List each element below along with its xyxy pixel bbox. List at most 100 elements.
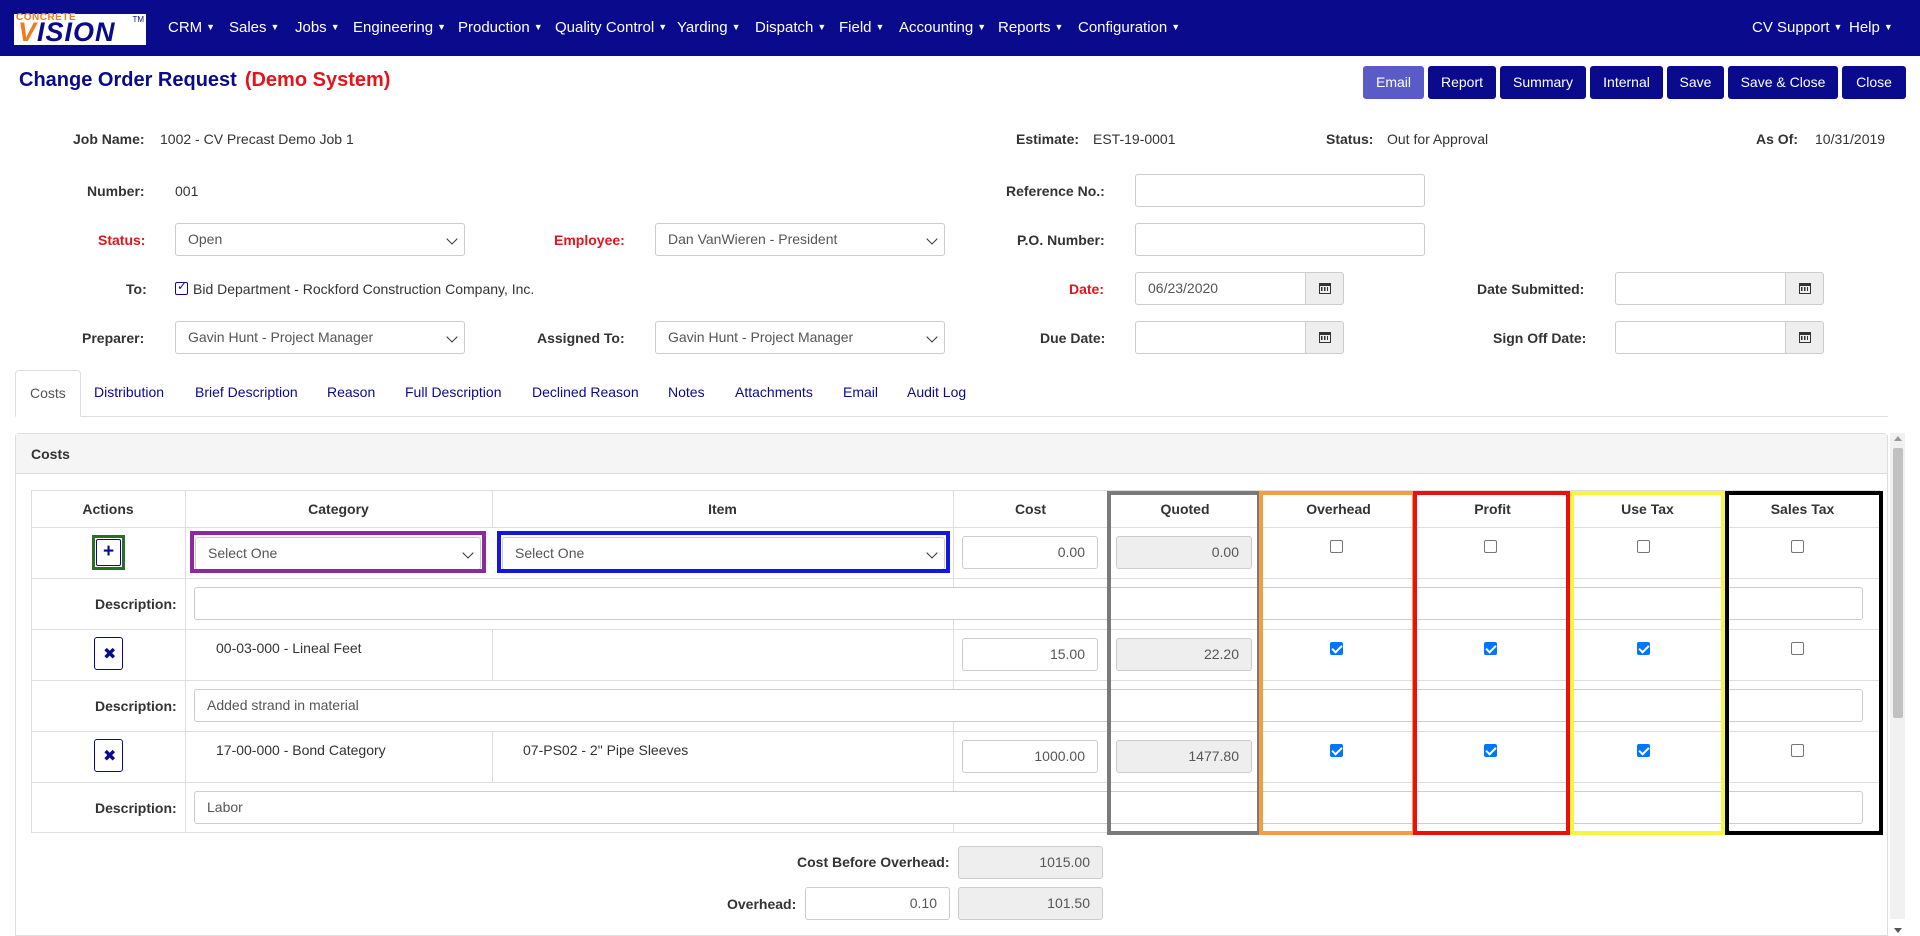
nav-dispatch[interactable]: Dispatch ▼ [755,19,826,36]
new-profit-checkbox[interactable] [1484,540,1497,553]
status-label: Status: [98,232,146,248]
report-button[interactable]: Report [1428,66,1496,99]
tab-full-description[interactable]: Full Description [405,384,501,400]
col-divider [492,731,493,782]
row-profit-checkbox[interactable] [1484,744,1497,757]
new-use-tax-checkbox[interactable] [1637,540,1650,553]
concrete-vision-logo[interactable]: CONCRETE VISION TM [14,12,146,47]
sign-off-date-calendar-button[interactable] [1785,321,1824,354]
row-overhead-checkbox[interactable] [1330,744,1343,757]
new-overhead-checkbox[interactable] [1330,540,1343,553]
due-date-label: Due Date: [1040,330,1106,346]
job-name-label: Job Name: [73,131,145,147]
close-button[interactable]: Close [1842,66,1906,99]
tab-email[interactable]: Email [843,384,878,400]
edit-icon[interactable] [175,279,188,295]
save-close-button[interactable]: Save & Close [1728,66,1838,99]
col-header-cost: Cost [1014,501,1047,517]
caret-down-icon: ▼ [1833,22,1843,32]
nav-crm[interactable]: CRM ▼ [168,19,215,36]
nav-field[interactable]: Field ▼ [839,19,884,36]
email-button[interactable]: Email [1363,66,1424,99]
due-date-input[interactable] [1135,321,1307,354]
tab-notes[interactable]: Notes [668,384,705,400]
nav-cv-support[interactable]: CV Support ▼ [1752,19,1842,36]
row-divider [31,680,1880,681]
caret-down-icon: ▼ [533,22,543,32]
row-divider [31,782,1880,783]
tab-declined-reason[interactable]: Declined Reason [532,384,639,400]
close-icon: ✖ [103,646,117,663]
row-sales-tax-checkbox[interactable] [1791,744,1804,757]
row-cost-input[interactable]: 1000.00 [962,740,1098,773]
tab-brief-description[interactable]: Brief Description [195,384,298,400]
po-number-input[interactable] [1135,223,1425,256]
tab-attachments[interactable]: Attachments [735,384,813,400]
scroll-thumb [1893,448,1903,718]
new-description-input[interactable] [194,587,1863,620]
caret-down-icon: ▼ [1171,22,1181,32]
status-top-value: Out for Approval [1387,131,1489,147]
tab-reason[interactable]: Reason [327,384,375,400]
nav-quality-control[interactable]: Quality Control ▼ [555,19,667,36]
tab-distribution[interactable]: Distribution [94,384,164,400]
nav-configuration[interactable]: Configuration ▼ [1078,19,1180,36]
save-button[interactable]: Save [1667,66,1724,99]
new-item-select[interactable]: Select One [502,537,945,570]
caret-down-icon: ▼ [206,22,216,32]
new-category-select[interactable]: Select One [195,537,481,570]
row-use-tax-checkbox[interactable] [1637,744,1650,757]
row-overhead-checkbox[interactable] [1330,642,1343,655]
col-header-category: Category [308,501,369,517]
row-description-input[interactable]: Labor [194,791,1863,824]
row-divider [31,629,1880,630]
assigned-to-select[interactable]: Gavin Hunt - Project Manager [655,321,945,354]
row-profit-checkbox[interactable] [1484,642,1497,655]
due-date-calendar-button[interactable] [1305,321,1344,354]
nav-yarding[interactable]: Yarding ▼ [677,19,741,36]
add-row-button[interactable]: + [92,535,125,570]
calendar-icon [1319,332,1331,343]
reference-input[interactable] [1135,174,1425,207]
chevron-down-icon [926,233,938,245]
row-cost-input[interactable]: 15.00 [962,638,1098,671]
row-description-input[interactable]: Added strand in material [194,689,1863,722]
nav-help[interactable]: Help ▼ [1849,19,1893,36]
scroll-up-icon [1894,436,1902,441]
caret-down-icon: ▼ [817,22,827,32]
row-quoted-input: 1477.80 [1116,740,1252,773]
tab-audit-log[interactable]: Audit Log [907,384,966,400]
date-input[interactable]: 06/23/2020 [1135,272,1307,305]
nav-accounting[interactable]: Accounting ▼ [899,19,986,36]
row-divider [31,731,1880,732]
internal-button[interactable]: Internal [1590,66,1663,99]
new-cost-input[interactable]: 0.00 [962,536,1098,569]
caret-down-icon: ▼ [330,22,340,32]
nav-jobs[interactable]: Jobs ▼ [295,19,340,36]
overhead-rate-input[interactable]: 0.10 [805,887,950,920]
status-select[interactable]: Open [175,223,465,256]
employee-select[interactable]: Dan VanWieren - President [655,223,945,256]
col-divider [1108,490,1109,833]
new-sales-tax-checkbox[interactable] [1791,540,1804,553]
nav-reports[interactable]: Reports ▼ [998,19,1063,36]
date-submitted-input[interactable] [1615,272,1787,305]
date-calendar-button[interactable] [1305,272,1344,305]
delete-row-button[interactable]: ✖ [94,739,123,772]
logo-main-text: VISION [18,17,116,47]
nav-engineering[interactable]: Engineering ▼ [353,19,446,36]
col-header-item: Item [708,501,737,517]
tab-costs[interactable]: Costs [15,370,81,417]
row-use-tax-checkbox[interactable] [1637,642,1650,655]
delete-row-button[interactable]: ✖ [94,637,123,670]
date-submitted-calendar-button[interactable] [1785,272,1824,305]
sign-off-date-input[interactable] [1615,321,1787,354]
row-sales-tax-checkbox[interactable] [1791,642,1804,655]
nav-sales[interactable]: Sales ▼ [229,19,279,36]
summary-button[interactable]: Summary [1500,66,1586,99]
col-divider [1570,490,1571,833]
col-divider [492,629,493,680]
preparer-select[interactable]: Gavin Hunt - Project Manager [175,321,465,354]
nav-production[interactable]: Production ▼ [458,19,543,36]
vertical-scrollbar[interactable] [1890,433,1905,933]
